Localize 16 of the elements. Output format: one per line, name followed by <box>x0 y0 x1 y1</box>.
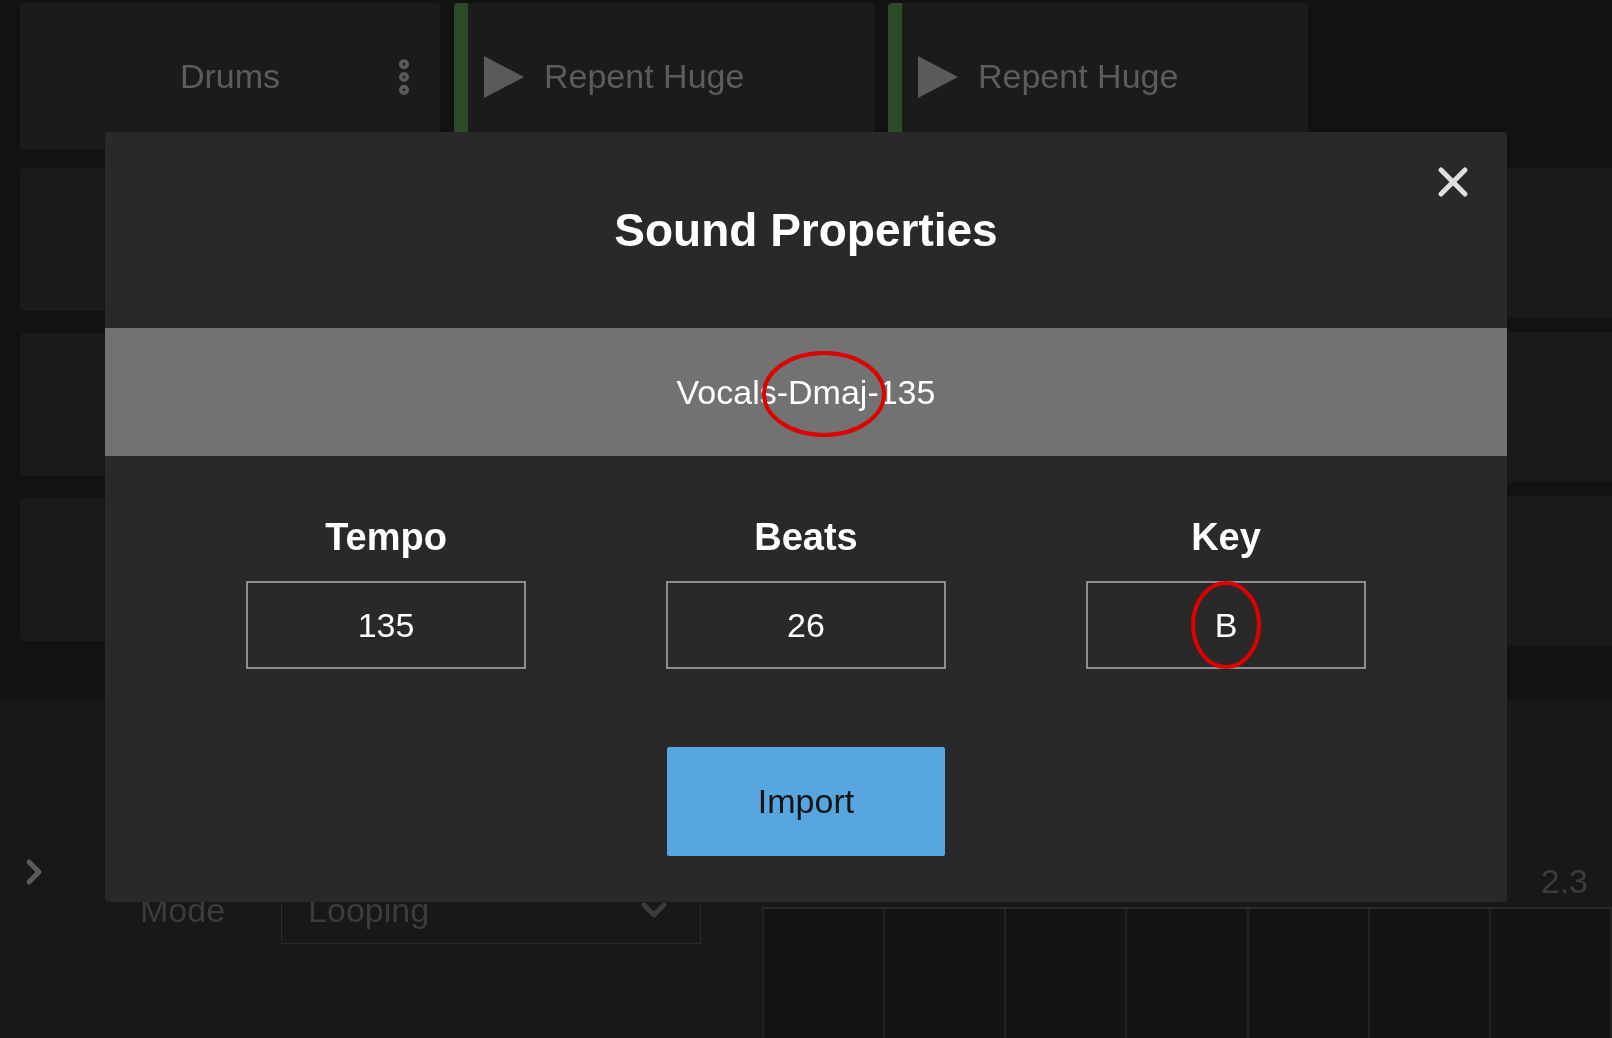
play-icon[interactable] <box>484 55 524 98</box>
field-value: 135 <box>357 605 415 645</box>
dialog-title: Sound Properties <box>614 203 998 257</box>
input-field[interactable]: 135 <box>246 581 526 669</box>
field-value: B <box>1214 605 1238 645</box>
field-label: Beats <box>754 516 858 559</box>
play-icon[interactable] <box>918 55 958 98</box>
input-field[interactable]: 26 <box>666 581 946 669</box>
clip-name: Repent Huge <box>544 57 745 96</box>
field-value: 26 <box>787 605 825 645</box>
clip-name: Repent Huge <box>978 57 1179 96</box>
field-label: Tempo <box>325 516 447 559</box>
track-name: Drums <box>179 57 281 96</box>
input-field[interactable]: B <box>1086 581 1366 669</box>
field-label: Key <box>1191 516 1261 559</box>
import-button[interactable]: Import <box>667 747 945 856</box>
